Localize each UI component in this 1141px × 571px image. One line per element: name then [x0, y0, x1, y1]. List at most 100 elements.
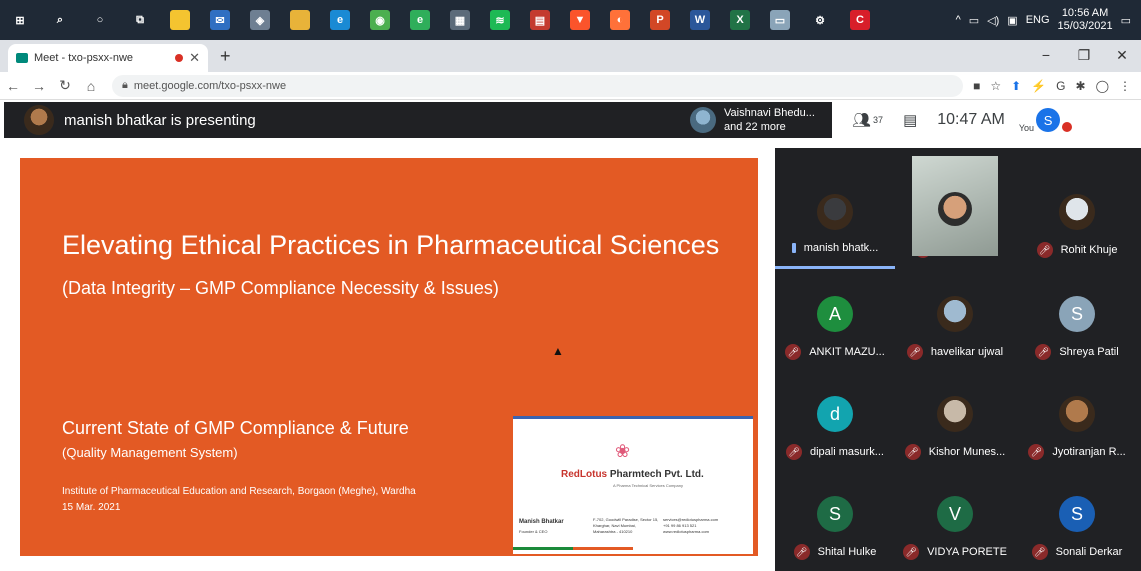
tablet-icon[interactable]: ▭	[760, 0, 800, 40]
slide-date: 15 Mar. 2021	[62, 502, 121, 513]
word-icon-glyph: W	[690, 10, 710, 30]
firefox-icon[interactable]: ◐	[600, 0, 640, 40]
extension-fire-icon[interactable]: ⚡	[1031, 79, 1046, 93]
participant-name: Shreya Patil	[1059, 346, 1119, 358]
chat-icon: ▤	[903, 112, 918, 129]
search-icon[interactable]: ⌕	[40, 0, 80, 40]
news-icon[interactable]: ▤	[520, 0, 560, 40]
participant-tile[interactable]: V 🎤︎ VIDYA PORETE	[895, 470, 1015, 570]
calculator-icon[interactable]: ▦	[440, 0, 480, 40]
task-view-icon[interactable]: ⧉	[120, 0, 160, 40]
forward-icon[interactable]: →	[26, 78, 52, 94]
mic-muted-icon: 🎤︎	[1031, 544, 1048, 560]
participant-tile[interactable]: d 🎤︎ dipali masurk...	[775, 370, 895, 470]
tab-title: Meet - txo-psxx-nwe	[34, 52, 134, 64]
participant-tile[interactable]: 🎤︎ Rohit Khuje	[1017, 168, 1137, 268]
meet-favicon-icon	[16, 53, 28, 63]
close-tab-icon[interactable]: ✕	[189, 50, 200, 66]
word-icon[interactable]: W	[680, 0, 720, 40]
mic-muted-icon: 🎤︎	[903, 544, 920, 560]
extension-arrow-icon[interactable]: ⬆	[1011, 79, 1021, 93]
participant-tile[interactable]: S 🎤︎ Sonali Derkar	[1017, 470, 1137, 570]
tablet-icon-glyph: ▭	[770, 10, 790, 30]
chat-button[interactable]: ▤	[903, 111, 917, 129]
news-icon-glyph: ▤	[530, 10, 550, 30]
bookmark-star-icon[interactable]: ☆	[990, 79, 1001, 93]
new-tab-button[interactable]: +	[220, 46, 231, 67]
tab-meet[interactable]: Meet - txo-psxx-nwe ✕	[8, 44, 208, 72]
restore-button[interactable]: ❐	[1065, 40, 1103, 72]
language-indicator[interactable]: ENG	[1026, 14, 1050, 26]
mic-muted-icon: 🎤︎	[786, 444, 802, 460]
volume-icon[interactable]: ◁)	[987, 14, 999, 27]
presenting-banner: manish bhatkar is presenting	[4, 102, 680, 138]
minimize-button[interactable]: −	[1027, 40, 1065, 72]
taskbar-clock[interactable]: 10:56 AM 15/03/2021	[1058, 7, 1113, 33]
card-stripe	[513, 547, 633, 550]
presenting-text: manish bhatkar is presenting	[64, 111, 256, 129]
meet-top-bar: manish bhatkar is presenting Vaishnavi B…	[0, 100, 1141, 140]
spotify-icon[interactable]: ≋	[480, 0, 520, 40]
slide-institute: Institute of Pharmaceutical Education an…	[62, 486, 416, 497]
chevron-up-icon[interactable]: ^	[956, 14, 961, 26]
participant-name-row: 🎤︎ havelikar ujwal	[906, 344, 1003, 360]
battery-icon[interactable]: ▭	[969, 14, 979, 27]
url-bar[interactable]: 🔒︎ meet.google.com/txo-psxx-nwe	[112, 74, 964, 97]
app-icon[interactable]: ◈	[240, 0, 280, 40]
edge-beta-icon[interactable]: e	[400, 0, 440, 40]
participant-tile[interactable]: 🎤︎ Kishor Munes...	[895, 370, 1015, 470]
people-button[interactable]: 👥︎ 37	[852, 111, 883, 129]
participant-avatar: S	[1059, 496, 1095, 532]
chrome-icon[interactable]: ◉	[360, 0, 400, 40]
windows-start-icon[interactable]: ⊞	[0, 0, 40, 40]
reload-icon[interactable]: ↻	[52, 77, 78, 94]
others-line-2: and 22 more	[724, 121, 786, 133]
participant-name-row: 🎤︎ ANKIT MAZU...	[785, 344, 885, 360]
profile-icon[interactable]: ◯	[1096, 79, 1109, 93]
search-icon-glyph: ⌕	[50, 10, 70, 30]
c-app-icon[interactable]: C	[840, 0, 880, 40]
sticky-notes-icon[interactable]	[160, 0, 200, 40]
close-window-button[interactable]: ✕	[1103, 40, 1141, 72]
url-text: meet.google.com/txo-psxx-nwe	[133, 79, 287, 92]
extensions-puzzle-icon[interactable]: ✱	[1076, 79, 1086, 93]
edge-icon[interactable]: e	[320, 0, 360, 40]
participant-tile[interactable]: 🎤︎ Jyotiranjan R...	[1017, 370, 1137, 470]
extension-g-icon[interactable]: G	[1056, 79, 1065, 93]
participant-tile[interactable]: S 🎤︎ Shreya Patil	[1017, 270, 1137, 370]
notification-icon[interactable]: ▭	[1121, 14, 1131, 27]
card-tagline: A Pharma Technical Services Company	[613, 483, 683, 488]
extensions-area: ■ ☆ ⬆ ⚡ G ✱ ◯ ⋮	[963, 79, 1141, 93]
participant-name: Kishor Munes...	[928, 446, 1006, 458]
presenter-avatar	[24, 105, 54, 135]
participant-avatar: d	[817, 396, 853, 432]
participant-tile[interactable]: 🎤︎ havelikar ujwal	[895, 270, 1015, 370]
file-explorer-icon[interactable]	[280, 0, 320, 40]
participant-avatar: S	[1059, 296, 1095, 332]
participant-tile[interactable]: A 🎤︎ ANKIT MAZU...	[775, 270, 895, 370]
participant-tile[interactable]: manish bhatk...	[775, 168, 895, 269]
participant-tile[interactable]: 🎤︎Rajendra ...	[895, 156, 1015, 268]
brave-icon[interactable]: ▼	[560, 0, 600, 40]
other-presenters[interactable]: Vaishnavi Bhedu... and 22 more	[680, 102, 832, 138]
participant-avatar: V	[937, 496, 973, 532]
powerpoint-icon[interactable]: P	[640, 0, 680, 40]
participant-tile[interactable]: S 🎤︎ Shital Hulke	[775, 470, 895, 570]
you-avatar[interactable]: S	[1036, 108, 1061, 132]
settings-gear-icon-glyph: ⚙	[810, 10, 830, 30]
windows-taskbar: ⊞ ⌕ ○ ⧉ ✉ ◈ e ◉ e ▦ ≋ ▤ ▼ ◐ P W X ▭ ⚙ C ^ ▭ ◁) ▣ ENG 10:56 …	[0, 0, 1141, 40]
settings-gear-icon[interactable]: ⚙	[800, 0, 840, 40]
taskbar-date: 15/03/2021	[1057, 20, 1113, 32]
home-icon[interactable]: ⌂	[78, 78, 104, 94]
mail-icon[interactable]: ✉	[200, 0, 240, 40]
file-explorer-icon-glyph	[290, 10, 310, 30]
participant-name-row: 🎤︎ Rohit Khuje	[1036, 242, 1117, 258]
network-icon[interactable]: ▣	[1007, 14, 1017, 27]
cortana-icon[interactable]: ○	[80, 0, 120, 40]
back-icon[interactable]: ←	[0, 78, 26, 94]
menu-kebab-icon[interactable]: ⋮	[1119, 79, 1131, 93]
you-label: You	[1018, 123, 1035, 133]
excel-icon[interactable]: X	[720, 0, 760, 40]
camera-icon[interactable]: ■	[973, 79, 980, 93]
participant-name-row: 🎤︎ Shreya Patil	[1035, 344, 1119, 360]
